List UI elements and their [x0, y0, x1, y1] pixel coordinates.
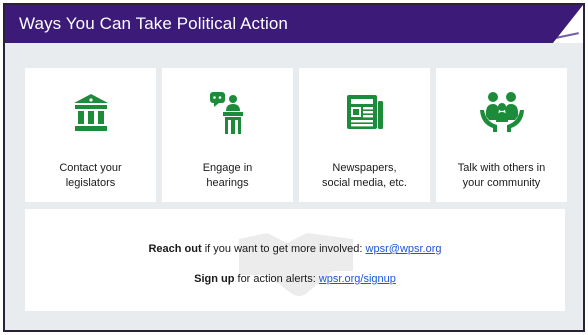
community-people-icon: [436, 90, 567, 134]
card-label: Engage in hearings: [202, 162, 253, 189]
action-links-panel: Reach out if you want to get more involv…: [25, 209, 565, 311]
signup-link[interactable]: wpsr.org/signup: [319, 273, 396, 285]
card-contact-legislators: Contact your legislators: [25, 68, 156, 202]
card-label: Contact your legislators: [59, 162, 122, 189]
card-newspapers-social: Newspapers, social media, etc.: [299, 68, 430, 202]
header: Ways You Can Take Political Action: [5, 5, 583, 43]
card-label: Newspapers, social media, etc.: [322, 162, 407, 189]
page-title: Ways You Can Take Political Action: [19, 14, 288, 33]
government-building-icon: [25, 90, 156, 134]
sign-up-line: Sign up for action alerts: wpsr.org/sign…: [25, 272, 565, 286]
sign-up-bold: Sign up: [194, 273, 235, 285]
reach-out-bold: Reach out: [148, 243, 202, 255]
speaker-at-podium-icon: [162, 90, 293, 134]
card-talk-community: Talk with others in your community: [436, 68, 567, 202]
reach-out-text: if you want to get more involved:: [201, 243, 366, 255]
sign-up-text: for action alerts:: [234, 273, 319, 285]
action-cards: Contact your legislators Engage in heari…: [25, 68, 567, 202]
slide-frame: Ways You Can Take Political Action Conta…: [3, 3, 585, 332]
reach-out-line: Reach out if you want to get more involv…: [25, 242, 565, 256]
card-label: Talk with others in your community: [457, 162, 546, 189]
card-engage-hearings: Engage in hearings: [162, 68, 293, 202]
handshake-icon: [237, 219, 355, 303]
newspaper-icon: [299, 90, 430, 134]
email-link[interactable]: wpsr@wpsr.org: [366, 243, 442, 255]
